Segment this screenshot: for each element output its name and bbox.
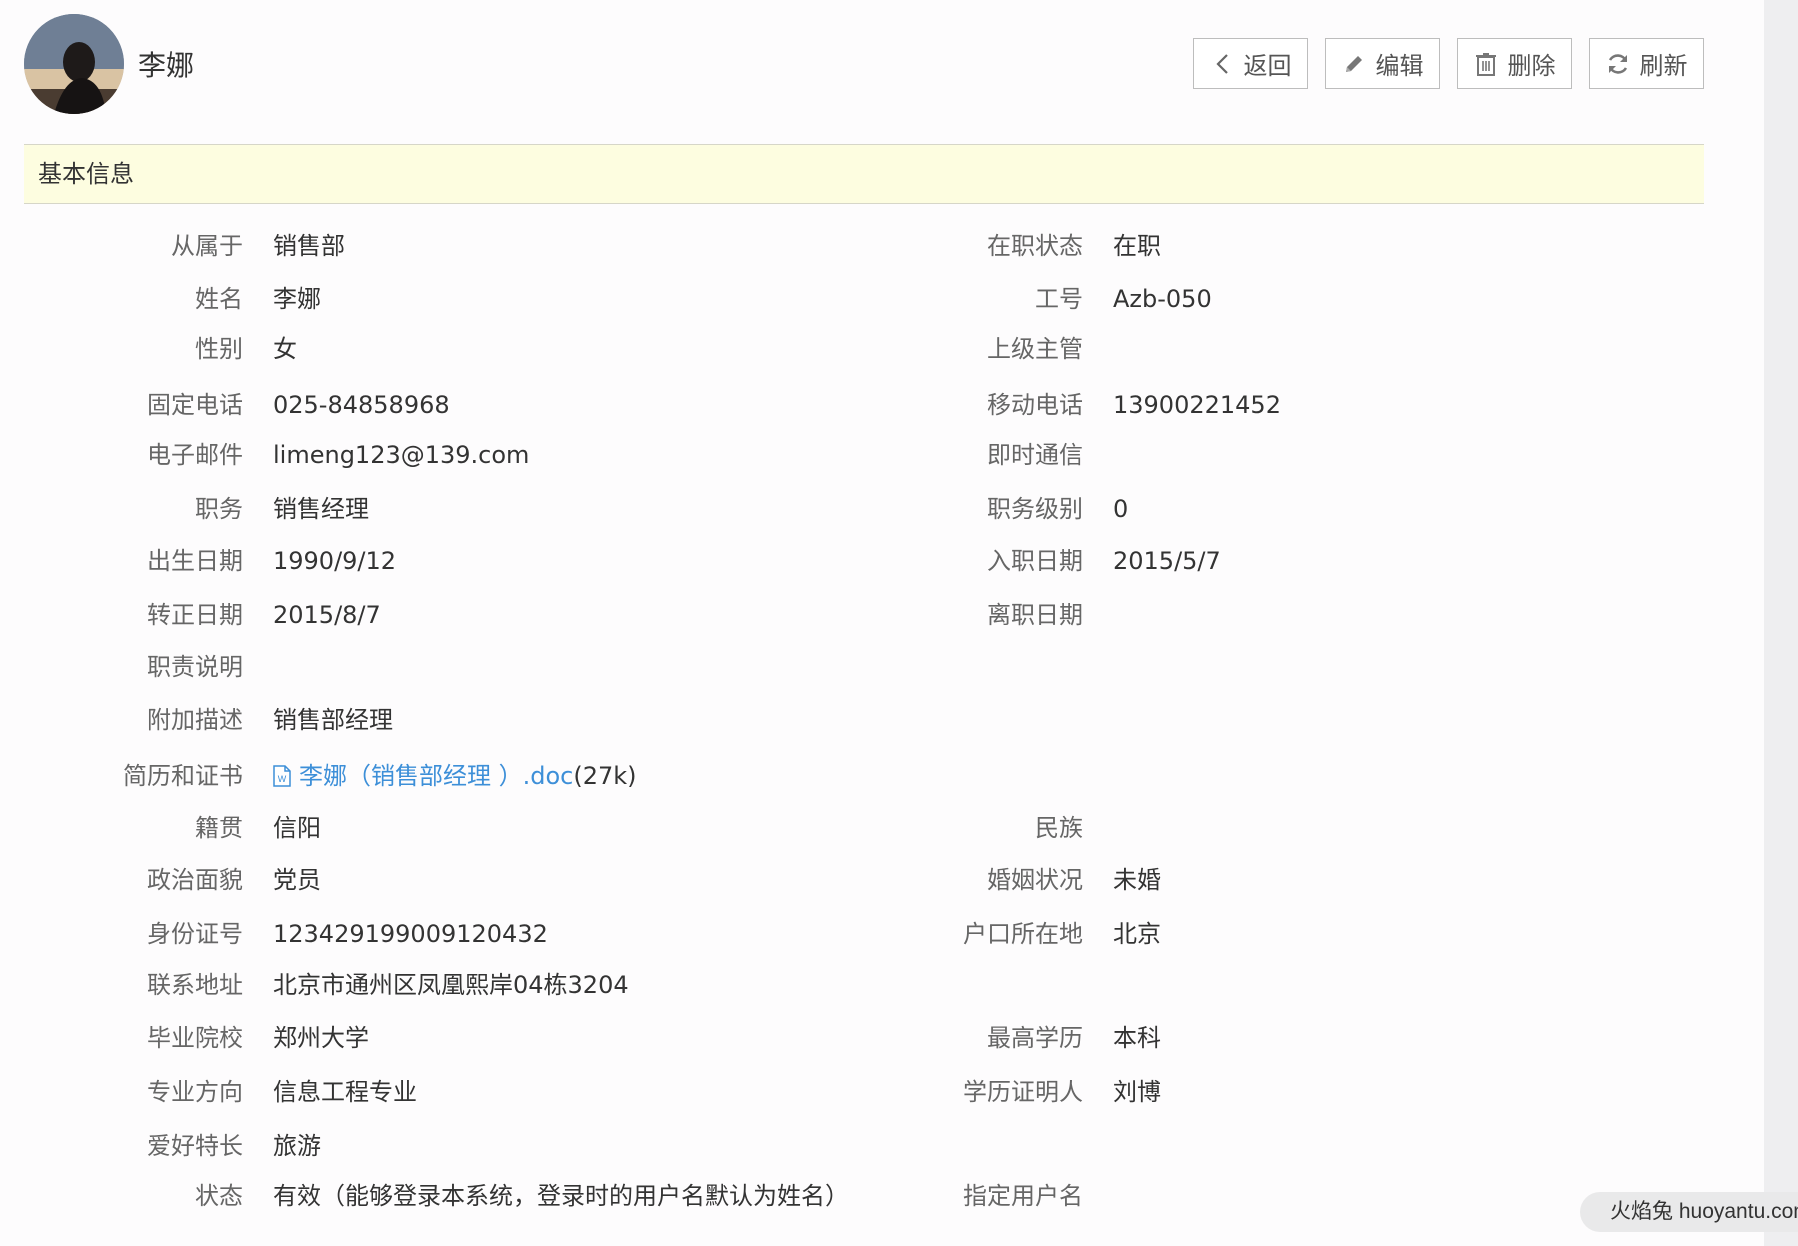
detail-row: 出生日期 1990/9/12 入职日期 2015/5/7: [0, 541, 1764, 581]
political-status-value: 党员: [273, 866, 321, 894]
status-label: 状态: [195, 1182, 243, 1210]
ethnicity-label: 民族: [1035, 814, 1083, 842]
employee-id-label: 工号: [1035, 285, 1083, 313]
native-place-value: 信阳: [273, 814, 321, 842]
page-scroll-gutter: [1764, 0, 1798, 1246]
political-status-label: 政治面貌: [147, 866, 243, 894]
svg-text:W: W: [278, 774, 287, 784]
education-label: 最高学历: [987, 1024, 1083, 1052]
marital-status-value: 未婚: [1113, 866, 1161, 894]
detail-row: 政治面貌 党员 婚姻状况 未婚: [0, 860, 1764, 900]
education-witness-label: 学历证明人: [963, 1078, 1083, 1106]
hukou-value: 北京: [1113, 920, 1161, 948]
mobile-label: 移动电话: [987, 391, 1083, 419]
detail-row: 专业方向 信息工程专业 学历证明人 刘博: [0, 1072, 1764, 1112]
detail-row: 籍贯 信阳 民族: [0, 808, 1764, 848]
employee-id-value: Azb-050: [1113, 285, 1212, 313]
name-value: 李娜: [273, 285, 321, 313]
detail-row: 从属于 销售部 在职状态 在职: [0, 226, 1764, 266]
native-place-label: 籍贯: [195, 814, 243, 842]
birth-date-value: 1990/9/12: [273, 547, 397, 575]
detail-row: 职务 销售经理 职务级别 0: [0, 489, 1764, 529]
leave-date-label: 离职日期: [987, 601, 1083, 629]
id-number-value: 123429199009120432: [273, 920, 548, 948]
regularization-date-label: 转正日期: [147, 601, 243, 629]
birth-date-label: 出生日期: [147, 547, 243, 575]
detail-row: 身份证号 123429199009120432 户口所在地 北京: [0, 914, 1764, 954]
position-value: 销售经理: [273, 495, 369, 523]
address-value: 北京市通州区凤凰熙岸04栋3204: [273, 971, 629, 999]
mobile-value: 13900221452: [1113, 391, 1281, 419]
landline-label: 固定电话: [147, 391, 243, 419]
position-level-label: 职务级别: [987, 495, 1083, 523]
im-label: 即时通信: [987, 441, 1083, 469]
detail-row: 性别 女 上级主管: [0, 329, 1764, 369]
extra-desc-label: 附加描述: [147, 706, 243, 734]
department-label: 从属于: [171, 232, 243, 260]
hire-date-label: 入职日期: [987, 547, 1083, 575]
status-value: 有效（能够登录本系统，登录时的用户名默认为姓名）: [273, 1182, 849, 1210]
detail-row: 职责说明: [0, 647, 1764, 687]
detail-row: 转正日期 2015/8/7 离职日期: [0, 595, 1764, 635]
employment-status-value: 在职: [1113, 232, 1161, 260]
email-label: 电子邮件: [147, 441, 243, 469]
detail-row: 姓名 李娜 工号 Azb-050: [0, 279, 1764, 319]
school-label: 毕业院校: [147, 1024, 243, 1052]
detail-row: 电子邮件 limeng123@139.com 即时通信: [0, 435, 1764, 475]
address-label: 联系地址: [147, 971, 243, 999]
detail-row: 附加描述 销售部经理: [0, 700, 1764, 740]
word-file-icon: W: [273, 759, 291, 799]
employment-status-label: 在职状态: [987, 232, 1083, 260]
marital-status-label: 婚姻状况: [987, 866, 1083, 894]
extra-desc-value: 销售部经理: [273, 706, 393, 734]
detail-row: 毕业院校 郑州大学 最高学历 本科: [0, 1018, 1764, 1058]
gender-value: 女: [273, 335, 297, 363]
education-value: 本科: [1113, 1024, 1161, 1052]
watermark: 火焰兔 huoyantu.com: [1580, 1192, 1798, 1232]
position-label: 职务: [195, 495, 243, 523]
hire-date-value: 2015/5/7: [1113, 547, 1221, 575]
email-value: limeng123@139.com: [273, 441, 530, 469]
major-label: 专业方向: [147, 1078, 243, 1106]
resume-file-link[interactable]: 李娜（销售部经理 ）.doc: [299, 762, 573, 790]
detail-form: 从属于 销售部 在职状态 在职 姓名 李娜 工号 Azb-050 性别 女 上级…: [0, 0, 1764, 1246]
duties-label: 职责说明: [147, 653, 243, 681]
regularization-date-value: 2015/8/7: [273, 601, 381, 629]
hobbies-value: 旅游: [273, 1132, 321, 1160]
resume-value: W 李娜（销售部经理 ）.doc(27k): [273, 756, 637, 799]
name-label: 姓名: [195, 285, 243, 313]
detail-row: 联系地址 北京市通州区凤凰熙岸04栋3204: [0, 965, 1764, 1005]
major-value: 信息工程专业: [273, 1078, 417, 1106]
department-value: 销售部: [273, 232, 345, 260]
detail-row: 状态 有效（能够登录本系统，登录时的用户名默认为姓名） 指定用户名: [0, 1176, 1764, 1216]
hobbies-label: 爱好特长: [147, 1132, 243, 1160]
detail-row: 简历和证书 W 李娜（销售部经理 ）.doc(27k): [0, 756, 1764, 796]
username-label: 指定用户名: [963, 1182, 1083, 1210]
school-value: 郑州大学: [273, 1024, 369, 1052]
education-witness-value: 刘博: [1113, 1078, 1161, 1106]
id-number-label: 身份证号: [147, 920, 243, 948]
gender-label: 性别: [195, 335, 243, 363]
detail-row: 爱好特长 旅游: [0, 1126, 1764, 1166]
supervisor-label: 上级主管: [987, 335, 1083, 363]
resume-file-size: (27k): [573, 762, 637, 790]
landline-value: 025-84858968: [273, 391, 450, 419]
detail-row: 固定电话 025-84858968 移动电话 13900221452: [0, 385, 1764, 425]
resume-label: 简历和证书: [123, 762, 243, 790]
hukou-label: 户口所在地: [963, 920, 1083, 948]
position-level-value: 0: [1113, 495, 1129, 523]
